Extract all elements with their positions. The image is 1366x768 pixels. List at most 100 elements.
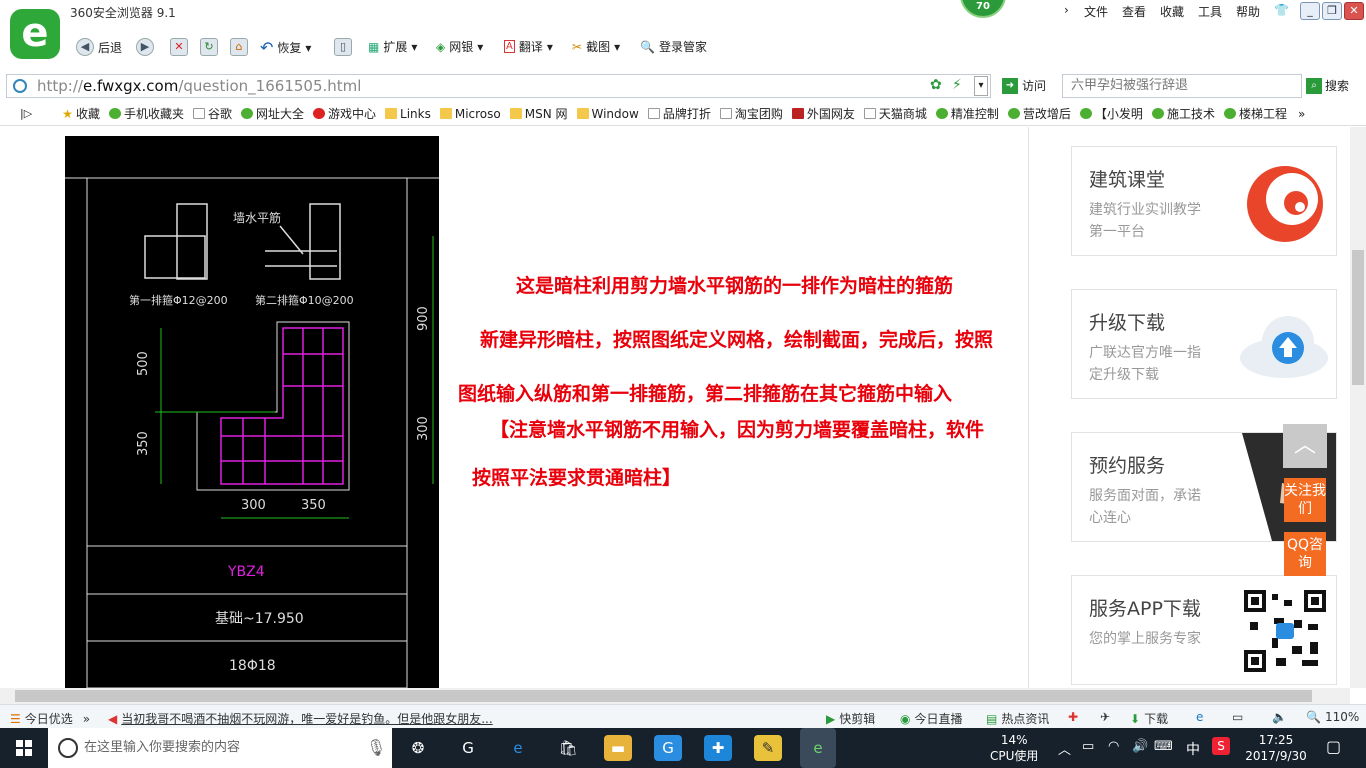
score-badge[interactable]: 70 — [960, 0, 1006, 18]
phone-button[interactable]: ▯ — [334, 38, 352, 56]
menu-view[interactable]: 查看 — [1122, 3, 1146, 20]
bookmark-item[interactable]: 楼梯工程 — [1223, 105, 1287, 122]
browser-logo-icon[interactable]: e — [10, 9, 60, 59]
browser-spiral-icon[interactable]: G — [454, 735, 482, 761]
edge-icon[interactable]: e — [504, 735, 532, 761]
bookmark-item[interactable]: Microso — [439, 107, 501, 121]
forward-button[interactable]: ▶ — [136, 38, 154, 56]
ie-icon[interactable]: e — [1196, 710, 1203, 724]
folder-icon — [576, 108, 589, 119]
bookmark-item[interactable]: 游戏中心 — [313, 105, 376, 122]
quick-clip-button[interactable]: ▶ 快剪辑 — [826, 710, 875, 727]
ime-indicator[interactable]: 中 — [1186, 739, 1200, 759]
health-icon[interactable]: ✚ — [1068, 710, 1078, 724]
bank-button[interactable]: ◈ 网银 ▾ — [436, 38, 483, 55]
chevron-up-icon: ︿ — [1293, 433, 1316, 458]
store-icon[interactable]: 🛍 — [554, 735, 582, 761]
download-button[interactable]: ⬇ 下载 — [1130, 710, 1168, 727]
task-view-icon[interactable]: ❂ — [404, 735, 432, 761]
bookmark-item[interactable]: MSN 网 — [509, 105, 568, 122]
cortana-circle-icon — [58, 738, 78, 758]
refresh-button[interactable]: ↻ — [200, 38, 218, 56]
notes-icon[interactable]: ✎ — [754, 735, 782, 761]
visit-button[interactable]: ➜ 访问 — [1002, 77, 1046, 94]
search-input[interactable]: 六甲孕妇被强行辞退 — [1062, 74, 1302, 98]
notification-icon[interactable]: ▢ — [1326, 737, 1341, 756]
menu-chevron-icon[interactable]: › — [1064, 3, 1069, 17]
live-button[interactable]: ◉ 今日直播 — [900, 710, 963, 727]
bookmark-favorites[interactable]: ★ 收藏 — [62, 105, 100, 122]
skin-shirt-icon[interactable]: 👕 — [1274, 3, 1289, 17]
maximize-button[interactable]: ❐ — [1322, 2, 1342, 20]
cpu-monitor[interactable]: 14% CPU使用 — [990, 732, 1038, 764]
card-upgrade-download[interactable]: 升级下载 广联达官方唯一指定升级下载 — [1071, 289, 1337, 399]
horizontal-scroll-thumb[interactable] — [15, 690, 1312, 702]
bookmark-item[interactable]: Links — [385, 107, 431, 121]
search-button[interactable]: ⌕ 搜索 — [1306, 77, 1349, 94]
keyboard-icon[interactable]: ⌨ — [1154, 739, 1173, 754]
address-bar[interactable]: http://e.fwxgx.com/question_1661505.html — [6, 74, 991, 98]
follow-us-button[interactable]: 关注我们 — [1284, 478, 1326, 522]
stop-button[interactable]: ✕ — [170, 38, 188, 56]
file-explorer-icon[interactable]: ▬ — [604, 735, 632, 761]
menu-file[interactable]: 文件 — [1084, 3, 1108, 20]
close-button[interactable]: ✕ — [1344, 2, 1364, 20]
vertical-scrollbar[interactable] — [1350, 127, 1366, 688]
app-plus-icon[interactable]: ✚ — [704, 735, 732, 761]
pin-icon[interactable]: ✈ — [1100, 710, 1110, 724]
bookmark-item[interactable]: 手机收藏夹 — [108, 105, 184, 122]
shield-icon: ◈ — [436, 39, 446, 54]
bookmark-item[interactable]: 精准控制 — [935, 105, 999, 122]
vertical-scroll-thumb[interactable] — [1352, 250, 1364, 385]
bookmark-item[interactable]: 品牌打折 — [647, 105, 711, 122]
bookmark-item[interactable]: 谷歌 — [192, 105, 232, 122]
menu-tools[interactable]: 工具 — [1198, 3, 1222, 20]
extend-button[interactable]: ▦ 扩展 ▾ — [368, 38, 417, 55]
windows-start-icon[interactable] — [16, 740, 32, 756]
back-button[interactable]: ◀ 后退 — [76, 38, 122, 56]
wifi-icon[interactable]: ◠ — [1108, 739, 1119, 754]
clock[interactable]: 17:25 2017/9/30 — [1244, 732, 1308, 764]
qq-consult-button[interactable]: QQ咨询 — [1284, 532, 1326, 576]
microphone-icon[interactable]: 🎙 — [366, 738, 386, 757]
volume-icon[interactable]: 🔈 — [1272, 710, 1287, 724]
more-bookmarks-icon[interactable]: » — [1298, 107, 1305, 121]
translate-button[interactable]: A 翻译 ▾ — [504, 38, 553, 55]
home-button[interactable]: ⌂ — [230, 38, 248, 56]
menu-help[interactable]: 帮助 — [1236, 3, 1260, 20]
speed-mode-icon[interactable]: ⚡ — [952, 77, 962, 93]
today-picks[interactable]: ☰ 今日优选» — [10, 710, 90, 727]
security-icon[interactable]: ✿ — [930, 77, 942, 93]
bookmark-item[interactable]: 天猫商城 — [863, 105, 927, 122]
bookmark-item[interactable]: 网址大全 — [240, 105, 304, 122]
sidebar-toggle-icon[interactable]: |▷ — [20, 107, 32, 120]
card-app-download[interactable]: 服务APP下载 您的掌上服务专家 — [1071, 575, 1337, 685]
hot-news-button[interactable]: ▤ 热点资讯 — [986, 710, 1049, 727]
sogou-icon[interactable]: S — [1212, 737, 1230, 755]
bookmark-item[interactable]: 淘宝团购 — [719, 105, 783, 122]
wechat-icon — [1007, 108, 1020, 119]
bookmark-item[interactable]: 【小发明 — [1079, 105, 1143, 122]
restore-button[interactable]: ↶ 恢复 ▾ — [260, 38, 311, 57]
refresh-icon: ↻ — [200, 38, 218, 56]
minimize-button[interactable]: _ — [1300, 2, 1320, 20]
news-ticker[interactable]: ◀ 当初我哥不喝酒不抽烟不玩网游，唯一爱好是钓鱼。但是他跟女朋友... — [108, 710, 498, 727]
browser-360-taskbar-icon[interactable]: e — [800, 728, 836, 768]
login-manager-button[interactable]: 🔍 登录管家 — [640, 38, 707, 55]
bookmark-item[interactable]: 外国网友 — [791, 105, 855, 122]
menu-favorites[interactable]: 收藏 — [1160, 3, 1184, 20]
bookmark-item[interactable]: Window — [576, 107, 639, 121]
taskbar-search-input[interactable]: 在这里输入你要搜索的内容 — [48, 728, 392, 768]
window-icon[interactable]: ▭ — [1232, 710, 1243, 724]
volume-tray-icon[interactable]: 🔊 — [1132, 739, 1148, 754]
battery-icon[interactable]: ▭ — [1082, 739, 1094, 754]
app-g-icon[interactable]: G — [654, 735, 682, 761]
address-dropdown-icon[interactable]: ▾ — [974, 76, 988, 96]
card-architecture-class[interactable]: 建筑课堂 建筑行业实训教学第一平台 — [1071, 146, 1337, 256]
back-to-top-button[interactable]: ︿ — [1283, 424, 1327, 468]
screenshot-button[interactable]: ✂ 截图 ▾ — [572, 38, 620, 55]
zoom-control[interactable]: 🔍 110% — [1306, 710, 1359, 724]
tray-up-icon[interactable]: ︿ — [1058, 739, 1071, 758]
bookmark-item[interactable]: 营改增后 — [1007, 105, 1071, 122]
bookmark-item[interactable]: 施工技术 — [1151, 105, 1215, 122]
